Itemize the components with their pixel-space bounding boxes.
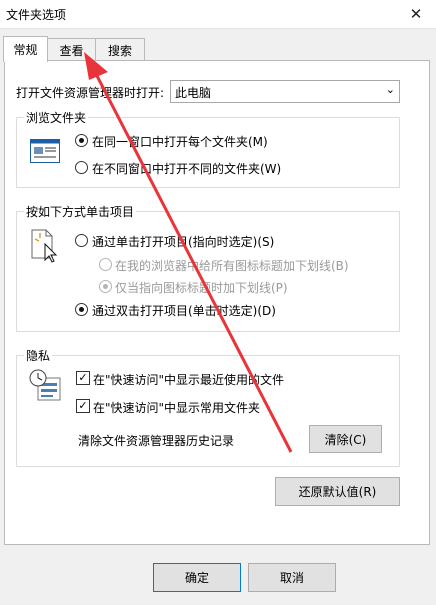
annotation-arrow xyxy=(84,52,293,453)
tab-general[interactable]: 常规 xyxy=(3,36,48,62)
